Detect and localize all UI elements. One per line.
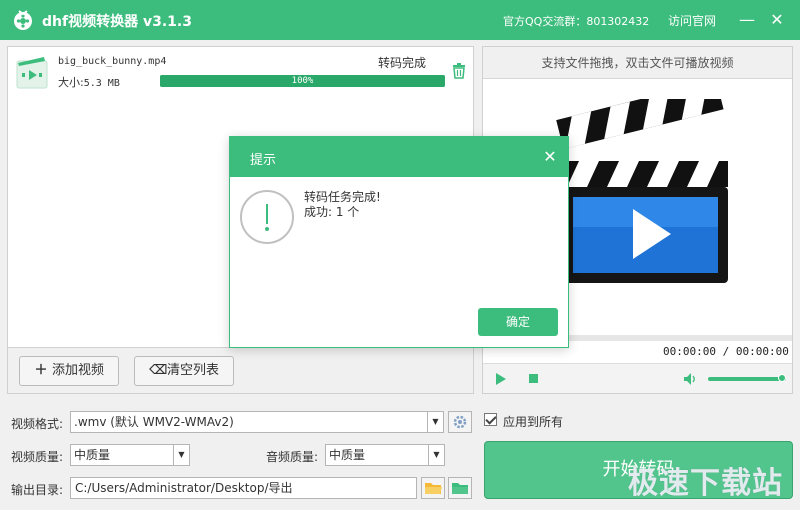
exclamation-bar xyxy=(266,204,268,224)
play-icon[interactable] xyxy=(495,372,507,386)
speaker-icon[interactable] xyxy=(683,372,697,386)
eraser-icon: ⌫ xyxy=(148,363,168,378)
file-list-item[interactable]: big_buck_bunny.mp4 大小:5.3 MB 转码完成 100% xyxy=(8,47,473,97)
trash-icon[interactable] xyxy=(452,63,466,79)
clapperboard-play-icon xyxy=(556,99,728,283)
video-quality-value: 中质量 xyxy=(74,448,111,462)
folder-icon xyxy=(452,483,468,494)
format-settings-button[interactable] xyxy=(448,411,472,433)
output-label: 输出目录: xyxy=(11,483,64,497)
format-select[interactable]: .wmv (默认 WMV2-WMAv2) ▼ xyxy=(70,411,444,433)
file-size: 大小:5.3 MB xyxy=(58,74,120,90)
apply-all-checkbox[interactable] xyxy=(484,413,497,426)
visit-website-link[interactable]: 访问官网 xyxy=(668,12,716,29)
view-folder-button[interactable] xyxy=(448,477,472,499)
volume-knob[interactable] xyxy=(778,374,787,382)
dialog-close-button[interactable]: ✕ xyxy=(540,147,560,167)
video-quality-label: 视频质量: xyxy=(11,450,64,464)
plus-icon: ＋ xyxy=(34,363,48,378)
qq-group-text: 官方QQ交流群：801302432 xyxy=(503,15,650,28)
time-display: 00:00:00 / 00:00:00 xyxy=(663,345,789,358)
clear-list-label: 清空列表 xyxy=(166,363,219,378)
dialog-success-count: 成功: 1 个 xyxy=(304,205,360,219)
folder-open-icon xyxy=(425,483,442,494)
volume-slider[interactable] xyxy=(708,374,787,382)
file-size-label: 大小: xyxy=(58,76,84,89)
title-bar: dhf视频转换器 v3.1.3 官方QQ交流群：801302432 访问官网 —… xyxy=(0,0,800,40)
format-label: 视频格式: xyxy=(11,417,64,431)
chevron-down-icon: ▼ xyxy=(427,412,443,432)
dialog-header: 提示 ✕ xyxy=(230,137,568,177)
file-status: 转码完成 xyxy=(378,56,427,70)
minimize-button[interactable]: — xyxy=(735,8,759,32)
completion-dialog: 提示 ✕ 转码任务完成! 成功: 1 个 确定 xyxy=(229,136,569,348)
open-folder-button[interactable] xyxy=(421,477,445,499)
gear-icon xyxy=(453,415,467,429)
list-toolbar: ＋添加视频 ⌫清空列表 xyxy=(7,348,474,394)
progress-text: 100% xyxy=(291,76,314,86)
player-controls xyxy=(483,363,792,393)
file-size-value: 5.3 MB xyxy=(83,78,120,89)
watermark: 极速下载站 xyxy=(628,466,783,501)
file-name: big_buck_bunny.mp4 xyxy=(58,56,167,67)
add-video-label: 添加视频 xyxy=(51,363,104,378)
audio-quality-value: 中质量 xyxy=(329,448,366,462)
video-file-icon xyxy=(16,57,48,89)
progress-bar: 100% xyxy=(160,75,445,87)
format-select-value: .wmv (默认 WMV2-WMAv2) xyxy=(74,415,234,429)
output-path-field[interactable]: C:/Users/Administrator/Desktop/导出 xyxy=(70,477,417,499)
app-title: dhf视频转换器 v3.1.3 xyxy=(42,14,192,30)
video-quality-select[interactable]: 中质量 ▼ xyxy=(70,444,190,466)
chevron-down-icon: ▼ xyxy=(428,445,444,465)
exclamation-dot xyxy=(265,227,269,231)
clear-list-button[interactable]: ⌫清空列表 xyxy=(134,356,234,386)
audio-quality-label: 音频质量: xyxy=(266,450,319,464)
close-button[interactable]: ✕ xyxy=(765,8,789,32)
apply-all-label: 应用到所有 xyxy=(503,415,564,429)
chevron-down-icon: ▼ xyxy=(173,445,189,465)
film-reel-icon xyxy=(14,10,32,30)
dialog-title: 提示 xyxy=(250,153,277,168)
audio-quality-select[interactable]: 中质量 ▼ xyxy=(325,444,445,466)
preview-hint: 支持文件拖拽，双击文件可播放视频 xyxy=(483,47,792,79)
exclamation-circle-icon xyxy=(240,190,294,244)
add-video-button[interactable]: ＋添加视频 xyxy=(19,356,119,386)
stop-icon[interactable] xyxy=(529,374,538,383)
ok-button[interactable]: 确定 xyxy=(478,308,558,336)
